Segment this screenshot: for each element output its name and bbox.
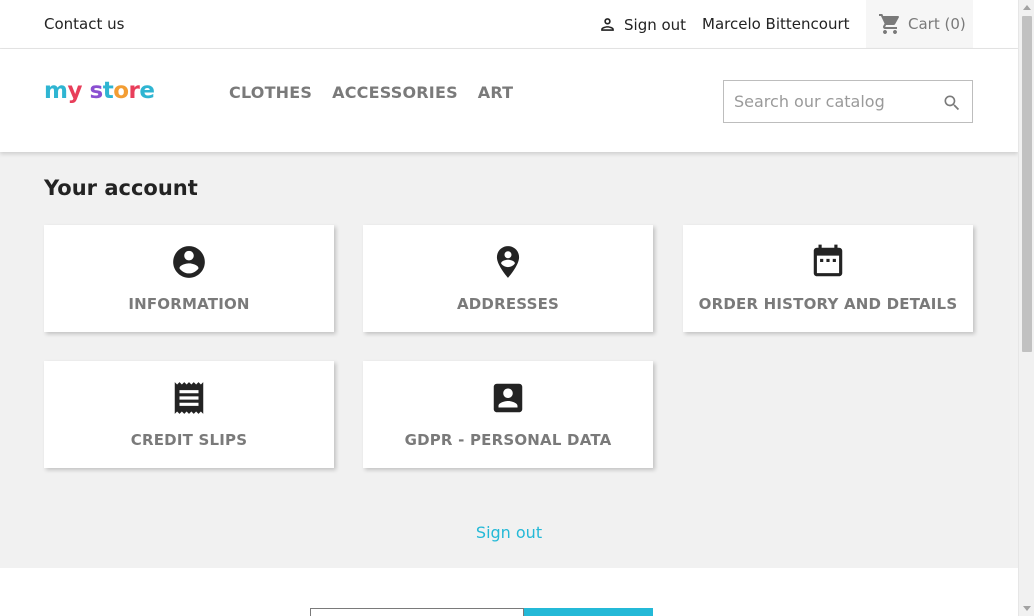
contact-us-link[interactable]: Contact us	[44, 15, 124, 33]
card-label: ORDER HISTORY AND DETAILS	[698, 295, 958, 313]
menu-item-clothes[interactable]: CLOTHES	[229, 83, 312, 102]
sign-out-label: Sign out	[624, 15, 687, 34]
page-title: Your account	[44, 176, 198, 200]
account-card-addresses[interactable]: ADDRESSES	[363, 225, 653, 332]
search-box	[723, 80, 973, 123]
header: my store CLOTHES ACCESSORIES ART	[0, 49, 1018, 152]
cart-icon	[879, 14, 899, 34]
menu-item-art[interactable]: ART	[478, 83, 514, 102]
store-logo[interactable]: my store	[44, 78, 155, 104]
top-nav: Contact us Sign out Marcelo Bittencourt …	[0, 0, 1018, 49]
account-card-information[interactable]: INFORMATION	[44, 225, 334, 332]
scroll-down-arrow-icon[interactable]	[1023, 606, 1031, 611]
scroll-thumb[interactable]	[1022, 16, 1032, 352]
footer	[0, 568, 1018, 616]
search-input[interactable]	[724, 81, 934, 122]
sign-out-link-bottom[interactable]: Sign out	[0, 523, 1018, 542]
search-icon[interactable]	[942, 93, 962, 113]
newsletter-email-input[interactable]	[310, 608, 524, 616]
account-card-order-history[interactable]: ORDER HISTORY AND DETAILS	[683, 225, 973, 332]
account-card-credit-slips[interactable]: CREDIT SLIPS	[44, 361, 334, 468]
receipt-icon	[174, 382, 204, 414]
account-box-icon	[493, 383, 523, 413]
calendar-icon	[813, 244, 843, 277]
menu-item-accessories[interactable]: ACCESSORIES	[332, 83, 458, 102]
location-pin-icon	[496, 246, 520, 278]
sign-out-link[interactable]: Sign out	[598, 15, 686, 34]
main-menu: CLOTHES ACCESSORIES ART	[229, 83, 513, 102]
cart-label: Cart (0)	[908, 15, 966, 33]
scroll-up-arrow-icon[interactable]	[1023, 5, 1031, 10]
card-label: CREDIT SLIPS	[130, 431, 248, 449]
vertical-scrollbar[interactable]	[1018, 0, 1034, 616]
account-section: Your account INFORMATION ADDRESSES ORDER…	[0, 152, 1018, 568]
user-name-link[interactable]: Marcelo Bittencourt	[702, 15, 850, 33]
card-label: GDPR - PERSONAL DATA	[404, 431, 612, 449]
card-label: ADDRESSES	[456, 295, 560, 313]
cart-button[interactable]: Cart (0)	[866, 0, 973, 48]
card-label: INFORMATION	[128, 295, 250, 313]
page: Contact us Sign out Marcelo Bittencourt …	[0, 0, 1018, 616]
user-icon	[601, 18, 614, 31]
account-circle-icon	[173, 246, 205, 278]
account-card-gdpr[interactable]: GDPR - PERSONAL DATA	[363, 361, 653, 468]
newsletter-subscribe-button[interactable]	[524, 608, 653, 616]
